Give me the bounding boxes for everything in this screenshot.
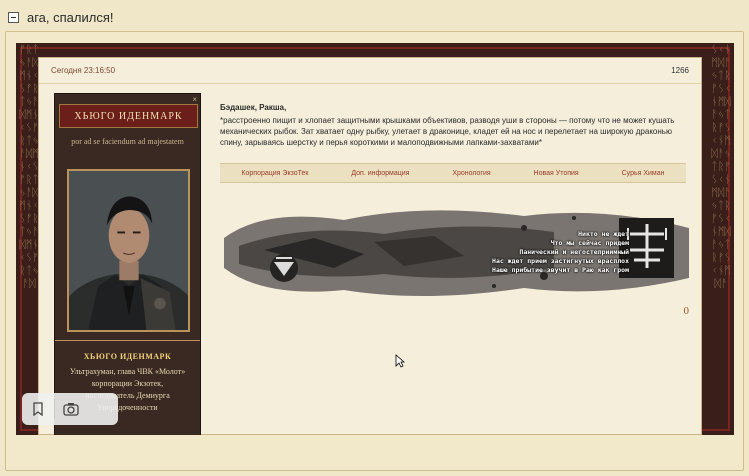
tab-new-utopia[interactable]: Новая Утопия (534, 170, 579, 177)
bookmark-icon (33, 402, 43, 416)
author-name-secondary: ХЬЮГО ИДЕНМАРК (83, 352, 172, 361)
camera-icon (63, 403, 79, 416)
camera-button[interactable] (55, 393, 87, 425)
collapse-icon[interactable] (8, 11, 19, 23)
tab-chronology[interactable]: Хронология (452, 170, 490, 177)
post-number[interactable]: 1266 (671, 66, 689, 75)
message-text: *расстроенно пищит и хлопает защитными к… (220, 116, 675, 147)
banner-line-5: Наше прибытие звучит в Раю как гром (492, 266, 629, 274)
tab-surya-himan[interactable]: Сурья Химан (622, 170, 665, 177)
mouse-cursor-icon (395, 354, 405, 368)
banner-line-4: Нас ждет прием застигнутых врасплох (492, 257, 629, 265)
rune-border-left: ᚠᚱᛏᛃᚨᛞᛗᚾᚲᛊᚠᚱᛏᛃᚨᛞᛗᚾᚲᛊᚠᚱᛏᛃᚨᛞᛗᚾᚲᛊᚠᚱᛏᛃᚨᛞᛗᚾᚲᛊ… (19, 43, 39, 290)
banner-line-3: Панический и негостеприимный (519, 248, 629, 256)
tab-extra-info[interactable]: Доп. информация (351, 170, 409, 177)
author-divider (55, 340, 200, 341)
tab-corporation[interactable]: Корпорация ЭкзоТек (241, 170, 308, 177)
banner-line-2: Что мы сейчас придем (550, 239, 629, 247)
bookmark-button[interactable] (22, 393, 54, 425)
post-container: Сегодня 23:16:50 1266 × ХЬЮГО ИДЕНМАРК p… (38, 57, 702, 435)
author-name[interactable]: ХЬЮГО ИДЕНМАРК (59, 104, 198, 128)
reply-count[interactable]: 0 (684, 305, 690, 317)
message-recipients: Бэдашек, Ракша, (220, 103, 287, 112)
spoiler-header[interactable]: ага, спалился! (8, 8, 114, 26)
post-message: Бэдашек, Ракша, *расстроенно пищит и хло… (220, 102, 690, 148)
ornamental-frame: ᚠᚱᛏᛃᚨᛞᛗᚾᚲᛊᚠᚱᛏᛃᚨᛞᛗᚾᚲᛊᚠᚱᛏᛃᚨᛞᛗᚾᚲᛊᚠᚱᛏᛃᚨᛞᛗᚾᚲᛊ… (16, 43, 734, 435)
spoiler-title: ага, спалился! (27, 9, 114, 25)
floating-toolbar (22, 393, 118, 425)
close-icon[interactable]: × (192, 95, 197, 104)
author-panel: × ХЬЮГО ИДЕНМАРК por ad se faciendum ad … (54, 93, 201, 435)
rune-border-right: ᛊᚲᚾᛗᛞᚨᛃᛏᚱᚠᛊᚲᚾᛗᛞᚨᛃᛏᚱᚠᛊᚲᚾᛗᛞᚨᛃᛏᚱᚠᛊᚲᚾᛗᛞᚨᛃᛏᚱᚠ… (711, 43, 731, 290)
profile-tabs: Корпорация ЭкзоТек Доп. информация Хроно… (220, 163, 686, 183)
post-header: Сегодня 23:16:50 1266 (39, 58, 701, 84)
banner-line-1: Никто не ждет (578, 230, 629, 238)
avatar (67, 169, 190, 332)
author-motto: por ad se faciendum ad majestatem (71, 137, 184, 146)
post-date[interactable]: Сегодня 23:16:50 (51, 66, 115, 75)
signature-banner: Никто не ждет Что мы сейчас придем Панич… (224, 198, 689, 303)
